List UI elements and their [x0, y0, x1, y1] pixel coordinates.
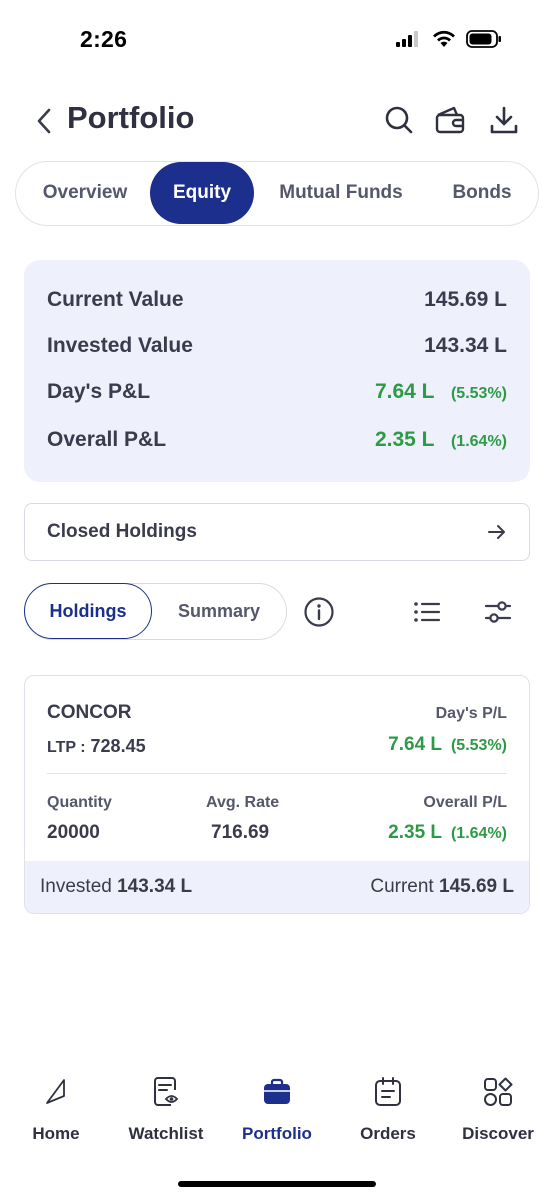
overall-pl-value: 2.35 L [374, 428, 435, 451]
invested-value-card: 143.34 L [117, 876, 193, 897]
overall-pl-card-percent: (1.64%) [450, 825, 507, 842]
portfolio-icon [261, 1076, 293, 1108]
nav-discover-label: Discover [462, 1124, 534, 1143]
invested-summary: Invested 143.34 L [40, 876, 192, 898]
nav-orders-label: Orders [360, 1124, 416, 1143]
days-pl-percent: (5.53%) [450, 385, 507, 402]
page-title: Portfolio [67, 100, 195, 135]
days-pl-values: 7.64 L (5.53%) [375, 380, 507, 404]
nav-discover[interactable]: Discover [443, 1076, 553, 1144]
info-icon [304, 597, 334, 627]
quantity-value: 20000 [47, 822, 100, 843]
days-pl-row: Day's P&L 7.64 L (5.53%) [47, 377, 507, 407]
tab-mutual-funds[interactable]: Mutual Funds [268, 162, 414, 224]
ltp-label: LTP : [47, 739, 86, 756]
bottom-nav: Home Watchlist Portfolio Orders Discover [0, 1076, 554, 1156]
page-header: Portfolio [0, 96, 554, 146]
status-bar: 2:26 [0, 0, 554, 84]
quantity-label: Quantity [47, 794, 112, 811]
home-icon [40, 1076, 72, 1108]
day-pl-value: 7.64 L [388, 734, 442, 755]
day-pl: 7.64 L (5.53%) [388, 734, 507, 756]
invested-label: Invested [40, 876, 112, 897]
wallet-button[interactable] [432, 102, 468, 138]
nav-home-label: Home [32, 1124, 80, 1143]
overall-pl-values: 2.35 L (1.64%) [375, 428, 507, 452]
home-indicator [178, 1181, 376, 1187]
holdings-summary-toggle: Holdings Summary [24, 583, 287, 640]
days-pl-label: Day's P&L [47, 380, 151, 403]
day-pl-percent: (5.53%) [450, 737, 507, 754]
overall-pl-row: Overall P&L 2.35 L (1.64%) [47, 425, 507, 455]
closed-holdings-button[interactable]: Closed Holdings [24, 503, 530, 561]
overall-pl-label-card: Overall P/L [423, 794, 507, 811]
info-button[interactable] [303, 596, 335, 628]
wallet-icon [435, 106, 465, 134]
list-icon [414, 602, 441, 622]
search-icon [385, 106, 413, 134]
current-label: Current [370, 876, 434, 897]
search-button[interactable] [381, 102, 417, 138]
download-button[interactable] [486, 102, 522, 138]
portfolio-tabs: Overview Equity Mutual Funds Bonds [15, 161, 539, 226]
current-value-label: Current Value [47, 288, 184, 311]
nav-home[interactable]: Home [1, 1076, 111, 1144]
days-pl-value: 7.64 L [374, 380, 435, 403]
holding-card[interactable]: CONCOR LTP : 728.45 Day's P/L 7.64 L (5.… [24, 675, 530, 914]
nav-portfolio-label: Portfolio [242, 1124, 312, 1143]
closed-holdings-label: Closed Holdings [47, 521, 197, 542]
day-pl-label: Day's P/L [435, 705, 507, 722]
nav-watchlist[interactable]: Watchlist [111, 1076, 221, 1144]
signal-icon [396, 31, 418, 47]
invested-value-row: Invested Value 143.34 L [47, 331, 507, 361]
tab-overview[interactable]: Overview [24, 162, 146, 224]
overall-pl-label: Overall P&L [47, 428, 167, 451]
filter-icon [484, 601, 512, 623]
current-value: 145.69 L [424, 288, 507, 311]
watchlist-icon [150, 1076, 182, 1108]
avg-rate-label: Avg. Rate [206, 794, 280, 811]
status-icons [396, 30, 502, 48]
nav-orders[interactable]: Orders [333, 1076, 443, 1144]
holding-ltp: LTP : 728.45 [47, 736, 146, 757]
list-view-button[interactable] [411, 596, 443, 628]
status-time: 2:26 [80, 26, 128, 52]
holdings-toggle-button[interactable]: Holdings [24, 583, 152, 639]
arrow-right-icon [488, 525, 505, 539]
battery-icon [466, 30, 501, 48]
tab-bonds[interactable]: Bonds [440, 162, 524, 224]
nav-watchlist-label: Watchlist [128, 1124, 204, 1143]
overall-pl-percent: (1.64%) [450, 433, 507, 450]
summary-toggle-button[interactable]: Summary [157, 584, 281, 638]
holding-divider [47, 773, 507, 774]
overall-pl-card: 2.35 L (1.64%) [388, 822, 507, 844]
avg-rate-value: 716.69 [211, 822, 270, 843]
invested-value-label: Invested Value [47, 334, 193, 357]
chevron-left-icon [37, 108, 51, 134]
back-button[interactable] [30, 104, 58, 138]
orders-icon [372, 1076, 404, 1108]
invested-value: 143.34 L [424, 334, 507, 357]
current-summary: Current 145.69 L [370, 876, 514, 898]
holding-name: CONCOR [47, 702, 132, 723]
current-value-card: 145.69 L [439, 876, 514, 897]
overall-pl-card-value: 2.35 L [388, 822, 442, 843]
wifi-icon [433, 30, 455, 47]
portfolio-summary-card: Current Value 145.69 L Invested Value 14… [24, 260, 530, 482]
discover-icon [482, 1076, 514, 1108]
filter-button[interactable] [482, 596, 514, 628]
holding-footer: Invested 143.34 L Current 145.69 L [25, 861, 529, 913]
current-value-row: Current Value 145.69 L [47, 285, 507, 315]
download-icon [490, 106, 518, 134]
tab-equity[interactable]: Equity [150, 162, 254, 224]
ltp-value: 728.45 [90, 736, 146, 756]
nav-portfolio[interactable]: Portfolio [222, 1076, 332, 1144]
